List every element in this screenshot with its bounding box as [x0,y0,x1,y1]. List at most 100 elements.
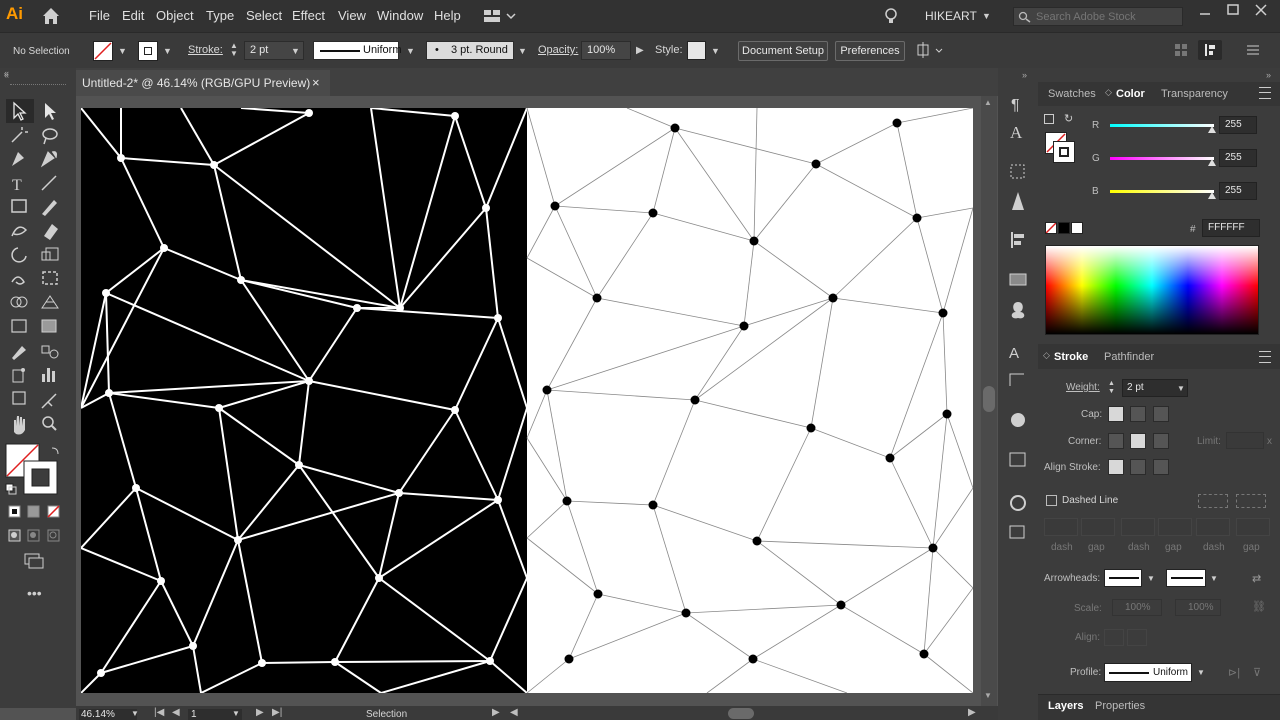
artboard-tool-icon[interactable] [12,391,26,405]
rectangle-tool-icon[interactable] [11,199,27,213]
document-setup-button[interactable]: Document Setup [738,41,828,61]
flip-along-icon[interactable]: ⊽ [1253,666,1261,679]
stroke-weight-chevron-down-icon[interactable]: ▼ [291,46,300,56]
lightbulb-icon[interactable] [882,6,900,26]
butt-cap-button[interactable] [1108,406,1124,422]
brush-definition[interactable]: • 3 pt. Round [426,41,514,60]
zoom-field[interactable]: 46.14% [79,709,137,720]
minimize-window-icon[interactable] [1198,4,1212,18]
lasso-tool-icon[interactable] [42,128,58,145]
style-chevron-down-icon[interactable]: ▼ [711,46,720,56]
mesh-tool-icon[interactable] [11,319,27,333]
none-mode-icon[interactable] [47,505,60,518]
tabstrip-collapse-icon[interactable]: « [4,70,9,80]
opacity-arrow-icon[interactable]: ▶ [636,45,644,56]
gradient-mode-icon[interactable] [27,505,40,518]
user-name[interactable]: HIKEART [925,9,977,23]
channel-b-handle[interactable] [1208,192,1216,199]
color-spectrum[interactable] [1045,245,1259,335]
fill-chevron-down-icon[interactable]: ▼ [118,46,127,56]
channel-g-handle[interactable] [1208,159,1216,166]
character-styles-icon[interactable]: A [1009,345,1019,362]
dash-preserve-icon[interactable] [1198,494,1228,508]
menu-effect[interactable]: Effect [292,8,325,23]
profile-chevron-down-icon[interactable]: ▼ [406,46,415,56]
align-arrow-end-button[interactable] [1127,629,1147,646]
next-artboard-icon[interactable]: ▶ [256,707,264,718]
swap-arrowheads-icon[interactable]: ⇄ [1252,572,1261,585]
scroll-left-arrow-icon[interactable]: ◀ [510,707,518,718]
rpanel-collapse-icon[interactable]: » [1266,70,1271,80]
menu-window[interactable]: Window [377,8,423,23]
draw-behind-icon[interactable] [27,529,40,542]
flip-across-icon[interactable]: ⊳| [1228,666,1240,679]
dash-gap-field[interactable] [1081,518,1115,536]
hex-field[interactable]: FFFFFF [1202,219,1260,237]
align-grid-icon[interactable] [1174,43,1188,57]
menu-select[interactable]: Select [246,8,282,23]
align-outside-button[interactable] [1153,459,1169,475]
stroke-panel-menu-icon[interactable] [1259,351,1271,363]
limit-field[interactable] [1226,432,1264,449]
more-tools-icon[interactable]: ••• [27,585,42,601]
stroke-chevron-down-icon[interactable]: ▼ [163,46,172,56]
symbols-panel-icon[interactable] [1011,302,1025,319]
scale-tool-icon[interactable] [41,247,59,261]
color-stroke-proxy[interactable] [1053,141,1075,163]
stock-search[interactable] [1013,7,1183,26]
brush-chevron-down-icon[interactable]: ▼ [518,46,527,56]
dashed-line-checkbox[interactable] [1046,495,1057,506]
perspective-grid-tool-icon[interactable] [41,295,59,309]
align-inside-button[interactable] [1130,459,1146,475]
workspace-switcher-icon[interactable] [482,8,516,24]
close-tab-icon[interactable]: × [312,70,320,96]
shaper-tool-icon[interactable] [11,226,28,237]
color-panel-menu-icon[interactable] [1259,87,1271,99]
scroll-right-arrow-icon[interactable]: ▶ [968,707,976,718]
tab-properties[interactable]: Properties [1095,700,1145,712]
menu-edit[interactable]: Edit [122,8,144,23]
toolbar-grip[interactable] [10,84,66,87]
scale-start-value[interactable]: 100% [1112,599,1162,616]
channel-g-slider[interactable] [1110,157,1214,160]
scroll-up-arrow-icon[interactable]: ▲ [984,98,992,107]
artboard-chevron-down-icon[interactable]: ▼ [232,709,240,718]
weight-chevron-down-icon[interactable]: ▼ [1177,384,1185,393]
paintbrush-tool-icon[interactable] [42,200,57,216]
round-join-button[interactable] [1130,433,1146,449]
tab-swatches[interactable]: Swatches [1048,88,1096,100]
draw-inside-icon[interactable] [47,529,60,542]
image-trace-icon[interactable] [1009,452,1026,467]
tab-transparency[interactable]: Transparency [1161,88,1228,100]
document-tab[interactable]: Untitled-2* @ 46.14% (RGB/GPU Preview) × [76,70,330,96]
hand-tool-icon[interactable] [14,416,25,435]
canvas-vertical-scrollbar[interactable]: ▲ ▼ [981,96,997,706]
first-artboard-icon[interactable]: |◀ [154,707,164,718]
profile-select[interactable]: Uniform [1104,663,1192,682]
tab-layers[interactable]: Layers [1048,700,1083,712]
color-swap-icon[interactable]: ↻ [1064,112,1073,125]
curvature-tool-icon[interactable] [40,151,57,168]
scroll-down-arrow-icon[interactable]: ▼ [984,691,992,700]
rotate-tool-icon[interactable] [11,247,27,263]
channel-b-value[interactable]: 255 [1219,182,1257,200]
arrange-icon[interactable] [916,42,944,60]
weight-stepper-icon[interactable]: ▲ ▼ [1108,380,1115,396]
eraser-tool-icon[interactable] [44,224,58,240]
menu-type[interactable]: Type [206,8,234,23]
channel-r-handle[interactable] [1208,126,1216,133]
vertical-scroll-thumb[interactable] [983,386,995,412]
none-color-chip[interactable] [1045,222,1057,234]
artboards-panel-icon[interactable] [1009,525,1025,539]
pen-tool-icon[interactable] [12,152,24,166]
dash-gap-field[interactable] [1196,518,1230,536]
artboard[interactable] [81,108,973,693]
horizontal-scroll-thumb[interactable] [728,708,754,719]
stroke-swatch[interactable] [138,41,158,61]
blend-tool-icon[interactable] [41,345,59,359]
user-chevron-down-icon[interactable]: ▼ [982,11,991,21]
align-panel-icon[interactable] [1011,232,1024,248]
paragraph-styles-icon[interactable] [1009,373,1024,386]
menu-help[interactable]: Help [434,8,461,23]
arrowhead-end-select[interactable] [1166,569,1206,587]
